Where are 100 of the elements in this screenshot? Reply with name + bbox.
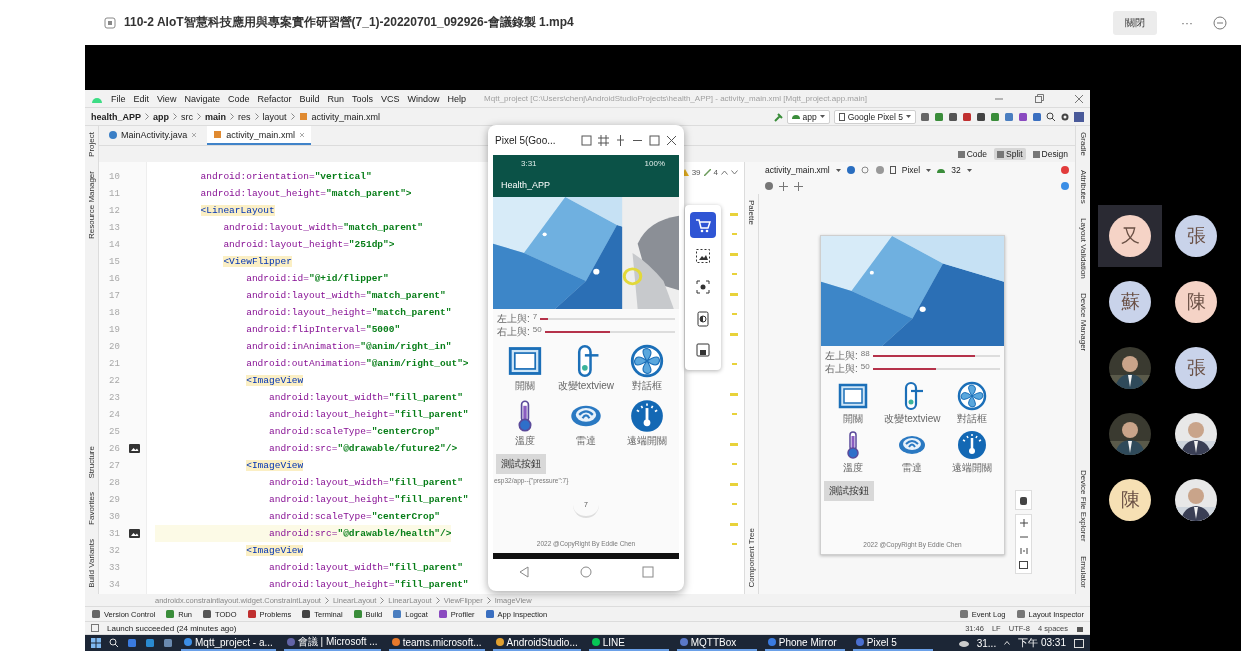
tool-window-tab[interactable]: Layout Validation — [1078, 217, 1088, 279]
restore-icon[interactable] — [1034, 93, 1044, 104]
tool-window-tab[interactable]: Emulator — [1078, 556, 1088, 588]
slider[interactable] — [872, 367, 1000, 370]
settings-icon[interactable] — [1060, 111, 1070, 122]
menu-item[interactable]: View — [157, 93, 177, 104]
chat-icon[interactable] — [1213, 15, 1227, 30]
menu-item[interactable]: Help — [447, 93, 467, 104]
down-icon[interactable] — [731, 170, 738, 175]
fan-icon[interactable] — [629, 344, 664, 378]
view-mode-button[interactable]: Design — [1029, 148, 1071, 160]
slider[interactable] — [544, 330, 675, 333]
layout-file-dropdown[interactable]: activity_main.xml — [765, 165, 830, 175]
tool-window-tab[interactable]: Structure — [87, 445, 96, 479]
slider[interactable] — [872, 354, 1000, 357]
icon-label: 開關 — [515, 379, 536, 393]
tool-window-tab[interactable]: Attributes — [1078, 170, 1088, 204]
gauge-icon[interactable] — [957, 430, 988, 460]
breadcrumb[interactable]: res — [238, 111, 251, 122]
tool-window-tab[interactable]: Resource Manager — [87, 170, 96, 239]
tool-window-tab[interactable]: Favorites — [87, 492, 96, 526]
close-icon[interactable] — [1074, 93, 1084, 104]
view-mode-button[interactable]: Split — [994, 148, 1026, 160]
taskbar-app[interactable]: MQTTBox — [676, 635, 757, 651]
palette-tab[interactable]: Palette — [747, 200, 756, 225]
breadcrumb[interactable]: health_APP — [91, 111, 141, 122]
api-level-dropdown[interactable]: 32 — [951, 165, 961, 175]
device-dropdown[interactable]: Pixel — [901, 165, 921, 175]
window-icon[interactable] — [837, 381, 868, 411]
caret-icon — [819, 115, 825, 118]
close-button[interactable]: 關閉 — [1113, 10, 1157, 35]
slider-label: 右上與: — [497, 324, 530, 339]
tool-window-tab[interactable]: Gradle — [1078, 132, 1088, 156]
fan-icon[interactable] — [957, 381, 988, 411]
tool-window-tab[interactable]: Device File Explorer — [1078, 470, 1088, 542]
tool-window-tab[interactable]: Build Variants — [87, 539, 96, 588]
up-icon[interactable] — [721, 170, 728, 175]
close-icon[interactable] — [666, 134, 677, 146]
view-mode-button[interactable]: Code — [954, 148, 990, 160]
zoom-in-icon[interactable] — [1019, 519, 1028, 527]
menu-item[interactable]: File — [111, 93, 126, 104]
breadcrumb[interactable]: layout — [262, 111, 287, 122]
screenshot-icon[interactable] — [581, 134, 592, 146]
hash-icon[interactable] — [598, 134, 609, 146]
search-icon[interactable] — [109, 638, 119, 648]
breadcrumb[interactable]: src — [181, 111, 194, 122]
search-icon[interactable] — [1046, 111, 1056, 122]
menu-item[interactable]: Navigate — [184, 93, 220, 104]
participant-tile[interactable]: 張 — [1164, 205, 1228, 267]
breadcrumb[interactable]: app — [153, 111, 170, 122]
editor-tab[interactable]: MainActivity.java — [103, 126, 204, 145]
fit-screen-icon[interactable] — [1019, 561, 1028, 569]
notification-icon[interactable] — [1074, 638, 1084, 648]
participant-tile[interactable]: 又 — [1098, 205, 1162, 267]
hammer-icon[interactable] — [772, 111, 783, 122]
zoom-out-icon[interactable] — [1019, 533, 1028, 541]
tool-window-tab[interactable]: Project — [87, 132, 96, 157]
plus-icon[interactable] — [779, 181, 788, 191]
pan-button[interactable] — [1015, 490, 1032, 510]
editor-tab[interactable]: activity_main.xml — [207, 126, 311, 145]
menu-item[interactable]: Run — [327, 93, 344, 104]
menu-item[interactable]: Build — [299, 93, 320, 104]
menu-item[interactable]: Tools — [352, 93, 373, 104]
menu-item[interactable]: Window — [407, 93, 440, 104]
tray-icon[interactable] — [1004, 641, 1011, 645]
participant-tile[interactable]: 陳 — [1098, 469, 1162, 531]
taskbar-app[interactable]: Pixel 5 — [852, 635, 933, 651]
participant-tile[interactable]: 陳 — [1164, 271, 1228, 333]
tool-button[interactable] — [690, 211, 716, 238]
tool-window-tab[interactable]: Device Manager — [1078, 292, 1088, 351]
window-icon[interactable] — [508, 344, 543, 378]
run-config-dropdown[interactable]: app — [786, 109, 830, 124]
breadcrumb[interactable]: activity_main.xml — [311, 111, 381, 122]
breadcrumb[interactable]: main — [205, 111, 227, 122]
taskbar-app[interactable]: teams.microsoft... — [388, 635, 485, 651]
device-dropdown[interactable]: Google Pixel 5 — [833, 109, 916, 124]
test-button[interactable]: 測試按鈕 — [824, 481, 874, 501]
component-tree-tab[interactable]: Component Tree — [747, 528, 756, 588]
menu-item[interactable]: Refactor — [257, 93, 292, 104]
actual-size-icon[interactable] — [1019, 547, 1028, 555]
menu-item[interactable]: Edit — [133, 93, 150, 104]
taskbar-app[interactable]: Phone Mirror — [764, 635, 845, 651]
menu-item[interactable]: Code — [227, 93, 250, 104]
back-icon[interactable] — [518, 566, 530, 578]
windows-icon[interactable] — [91, 638, 101, 648]
taskbar-app[interactable]: LINE — [588, 635, 669, 651]
participant-tile[interactable]: 張 — [1164, 337, 1228, 399]
maximize-icon[interactable] — [649, 134, 660, 146]
taskbar-app[interactable]: 會議 | Microsoft ... — [283, 635, 381, 651]
menu-item[interactable]: VCS — [381, 93, 400, 104]
plus-icon[interactable] — [794, 181, 803, 191]
taskbar-app[interactable]: Mqtt_project - a... — [181, 635, 276, 651]
pin-icon[interactable] — [615, 134, 626, 146]
weak-warning-count: 4 — [713, 168, 718, 177]
participant-tile[interactable]: 蘇 — [1098, 271, 1162, 333]
gauge-icon[interactable] — [629, 399, 664, 433]
test-button[interactable]: 測試按鈕 — [496, 454, 546, 474]
taskbar-app[interactable]: AndroidStudio... — [492, 635, 581, 651]
icon-label: 改變textview — [557, 379, 615, 393]
more-button[interactable]: ··· — [1181, 15, 1193, 30]
